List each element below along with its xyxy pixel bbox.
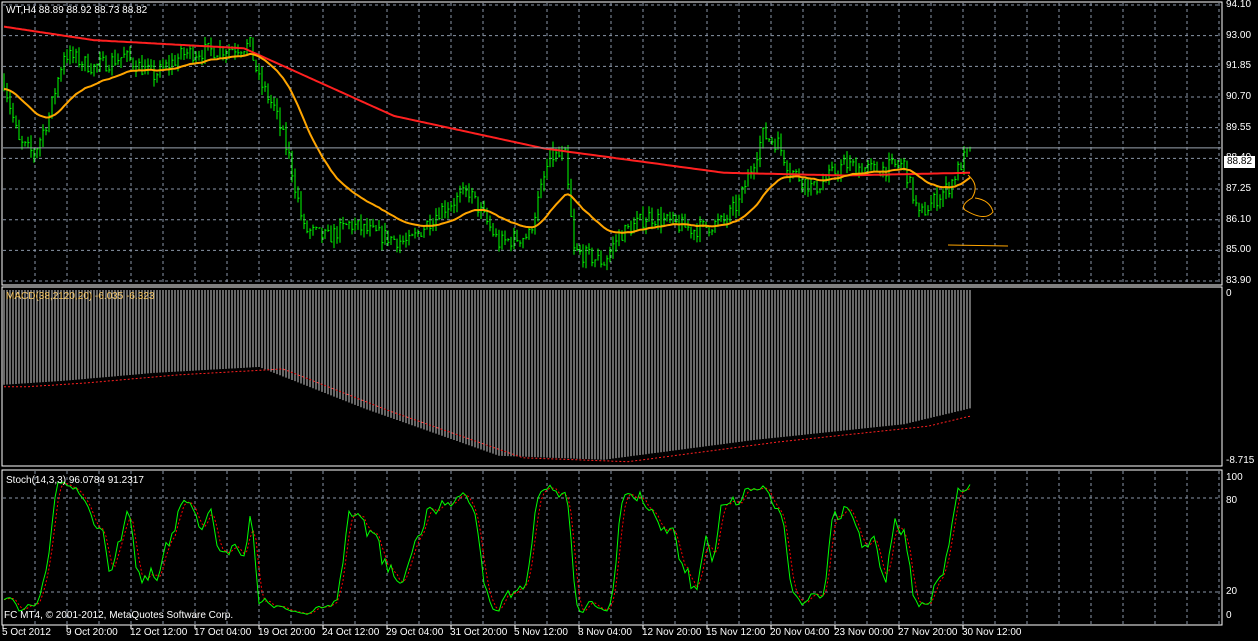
drawing-annotation (963, 174, 994, 217)
stoch-label: Stoch(14,3,3) 96.0784 91.2317 (6, 475, 144, 486)
chart-canvas[interactable] (0, 0, 1258, 641)
time-tick-label: 15 Nov 12:00 (706, 627, 766, 638)
time-tick-label: 19 Oct 20:00 (258, 627, 316, 638)
macd-label: MACD(38,2120,20) -6.035 -6.323 (6, 291, 155, 302)
time-tick-label: 29 Oct 04:00 (386, 627, 444, 638)
price-tick-label: 83.90 (1226, 275, 1252, 287)
time-tick-label: 8 Nov 04:00 (578, 627, 632, 638)
price-tick-label: 89.55 (1226, 121, 1252, 133)
time-tick-label: 12 Oct 12:00 (130, 627, 188, 638)
time-tick-label: 23 Nov 00:00 (834, 627, 894, 638)
stoch-axis-0: 0 (1226, 610, 1232, 621)
symbol-info: WT,H4 88.89 88.92 88.73 88.82 (6, 5, 148, 16)
stoch-main-line (3, 481, 971, 615)
price-tick-label: 93.00 (1226, 29, 1252, 41)
time-tick-label: 5 Nov 12:00 (514, 627, 568, 638)
time-tick-label: 17 Oct 04:00 (194, 627, 252, 638)
moving-average-fast (3, 52, 971, 234)
time-tick-label: 12 Nov 20:00 (642, 627, 702, 638)
price-tick-label: 91.85 (1226, 60, 1252, 72)
stoch-axis-20: 20 (1226, 586, 1238, 597)
time-tick-label: 5 Oct 2012 (2, 627, 51, 638)
moving-average-slow (3, 25, 970, 177)
stoch-signal-line (3, 481, 971, 615)
time-tick-label: 27 Nov 20:00 (898, 627, 958, 638)
time-tick-label: 24 Oct 12:00 (322, 627, 380, 638)
price-tick-label: 85.00 (1226, 244, 1252, 256)
time-tick-label: 20 Nov 04:00 (770, 627, 830, 638)
price-tick-label: 87.25 (1226, 183, 1252, 195)
time-tick-label: 30 Nov 12:00 (962, 627, 1022, 638)
stoch-axis-100: 100 (1226, 472, 1243, 483)
price-tick-label: 94.10 (1226, 0, 1252, 10)
time-tick-label: 31 Oct 20:00 (450, 627, 508, 638)
price-tick-label: 90.70 (1226, 91, 1252, 102)
time-tick-label: 9 Oct 20:00 (66, 627, 118, 638)
price-tick-label: 86.10 (1226, 213, 1252, 225)
current-price-label: 88.82 (1224, 156, 1256, 168)
panel-frame (1, 286, 1223, 467)
panel-frame (1, 469, 1223, 626)
macd-axis-top: 0 (1226, 288, 1232, 299)
macd-axis-bottom: -8.715 (1226, 455, 1255, 466)
stoch-axis-80: 80 (1226, 495, 1238, 506)
drawing-line (947, 244, 1009, 247)
copyright-text: FC MT4, © 2001-2012, MetaQuotes Software… (4, 610, 234, 621)
